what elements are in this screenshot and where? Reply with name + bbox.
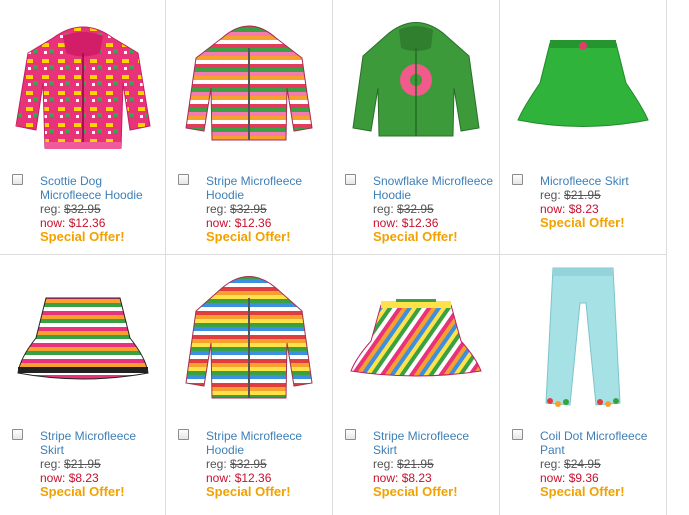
product-info: Stripe Microfleece Hoodie reg: $32.95 no… — [206, 174, 328, 244]
product-info: Scottie Dog Microfleece Hoodie reg: $32.… — [40, 174, 162, 244]
now-price-value: $8.23 — [568, 202, 599, 216]
compare-checkbox[interactable] — [512, 429, 523, 440]
product-name-link[interactable]: Scottie Dog Microfleece Hoodie — [40, 174, 162, 202]
compare-checkbox[interactable] — [512, 174, 523, 185]
regular-price: reg: $21.95 — [373, 457, 495, 471]
product-info: Stripe Microfleece Hoodie reg: $32.95 no… — [206, 429, 328, 499]
compare-checkbox[interactable] — [178, 174, 189, 185]
regular-price: reg: $32.95 — [373, 202, 495, 216]
now-label: now: — [40, 216, 66, 230]
special-offer-link[interactable]: Special Offer! — [40, 485, 162, 499]
reg-label: reg: — [206, 457, 227, 471]
product-card: Stripe Microfleece Hoodie reg: $32.95 no… — [166, 255, 332, 509]
sale-price: now: $8.23 — [40, 471, 162, 485]
sale-price: now: $9.36 — [540, 471, 662, 485]
now-price-value: $12.36 — [234, 216, 272, 230]
reg-label: reg: — [373, 202, 394, 216]
sale-price: now: $8.23 — [373, 471, 495, 485]
product-card: Microfleece Skirt reg: $21.95 now: $8.23… — [500, 0, 666, 254]
compare-checkbox[interactable] — [178, 429, 189, 440]
product-name-link[interactable]: Stripe Microfleece Skirt — [40, 429, 162, 457]
special-offer-link[interactable]: Special Offer! — [540, 216, 662, 230]
now-label: now: — [373, 471, 399, 485]
compare-checkbox[interactable] — [12, 174, 23, 185]
reg-price-value: $21.95 — [64, 457, 101, 471]
special-offer-link[interactable]: Special Offer! — [373, 230, 495, 244]
reg-label: reg: — [40, 202, 61, 216]
now-label: now: — [540, 471, 566, 485]
divider — [666, 0, 667, 515]
regular-price: reg: $21.95 — [40, 457, 162, 471]
reg-label: reg: — [40, 457, 61, 471]
product-name-link[interactable]: Snowflake Microfleece Hoodie — [373, 174, 495, 202]
now-label: now: — [206, 216, 232, 230]
reg-price-value: $32.95 — [230, 202, 267, 216]
special-offer-link[interactable]: Special Offer! — [206, 485, 328, 499]
reg-price-value: $32.95 — [230, 457, 267, 471]
rainbow-striped-hoodie-image[interactable] — [174, 263, 324, 413]
product-card: Stripe Microfleece Skirt reg: $21.95 now… — [0, 255, 166, 509]
sale-price: now: $12.36 — [206, 216, 328, 230]
reg-price-value: $24.95 — [564, 457, 601, 471]
reg-label: reg: — [540, 457, 561, 471]
now-price-value: $12.36 — [68, 216, 106, 230]
reg-price-value: $32.95 — [64, 202, 101, 216]
reg-price-value: $21.95 — [397, 457, 434, 471]
special-offer-link[interactable]: Special Offer! — [40, 230, 162, 244]
special-offer-link[interactable]: Special Offer! — [206, 230, 328, 244]
product-info: Stripe Microfleece Skirt reg: $21.95 now… — [373, 429, 495, 499]
reg-label: reg: — [206, 202, 227, 216]
regular-price: reg: $32.95 — [206, 202, 328, 216]
regular-price: reg: $32.95 — [40, 202, 162, 216]
product-name-link[interactable]: Coil Dot Microfleece Pant — [540, 429, 662, 457]
reg-label: reg: — [540, 188, 561, 202]
product-name-link[interactable]: Microfleece Skirt — [540, 174, 662, 188]
now-label: now: — [40, 471, 66, 485]
now-price-value: $12.36 — [234, 471, 272, 485]
product-info: Microfleece Skirt reg: $21.95 now: $8.23… — [540, 174, 662, 230]
sale-price: now: $12.36 — [373, 216, 495, 230]
now-label: now: — [540, 202, 566, 216]
now-price-value: $12.36 — [401, 216, 439, 230]
now-label: now: — [373, 216, 399, 230]
striped-skirt-image[interactable] — [8, 263, 158, 413]
reg-price-value: $21.95 — [564, 188, 601, 202]
product-card: Coil Dot Microfleece Pant reg: $24.95 no… — [500, 255, 666, 509]
special-offer-link[interactable]: Special Offer! — [373, 485, 495, 499]
pink-dog-print-hoodie-image[interactable] — [8, 8, 158, 158]
product-name-link[interactable]: Stripe Microfleece Skirt — [373, 429, 495, 457]
product-info: Coil Dot Microfleece Pant reg: $24.95 no… — [540, 429, 662, 499]
product-card: Snowflake Microfleece Hoodie reg: $32.95… — [333, 0, 499, 254]
product-info: Stripe Microfleece Skirt reg: $21.95 now… — [40, 429, 162, 499]
product-card: Scottie Dog Microfleece Hoodie reg: $32.… — [0, 0, 166, 254]
reg-label: reg: — [373, 457, 394, 471]
now-label: now: — [206, 471, 232, 485]
product-card: Stripe Microfleece Hoodie reg: $32.95 no… — [166, 0, 332, 254]
sale-price: now: $8.23 — [540, 202, 662, 216]
sale-price: now: $12.36 — [206, 471, 328, 485]
diagonal-striped-skirt-image[interactable] — [341, 263, 491, 413]
green-skirt-image[interactable] — [508, 8, 658, 158]
regular-price: reg: $21.95 — [540, 188, 662, 202]
now-price-value: $8.23 — [68, 471, 99, 485]
product-name-link[interactable]: Stripe Microfleece Hoodie — [206, 429, 328, 457]
regular-price: reg: $32.95 — [206, 457, 328, 471]
product-card: Stripe Microfleece Skirt reg: $21.95 now… — [333, 255, 499, 509]
striped-hoodie-image[interactable] — [174, 8, 324, 158]
regular-price: reg: $24.95 — [540, 457, 662, 471]
compare-checkbox[interactable] — [345, 429, 356, 440]
special-offer-link[interactable]: Special Offer! — [540, 485, 662, 499]
sale-price: now: $12.36 — [40, 216, 162, 230]
compare-checkbox[interactable] — [12, 429, 23, 440]
compare-checkbox[interactable] — [345, 174, 356, 185]
reg-price-value: $32.95 — [397, 202, 434, 216]
product-name-link[interactable]: Stripe Microfleece Hoodie — [206, 174, 328, 202]
green-snowflake-hoodie-image[interactable] — [341, 8, 491, 158]
light-blue-pants-image[interactable] — [508, 263, 658, 413]
now-price-value: $9.36 — [568, 471, 599, 485]
product-grid: Scottie Dog Microfleece Hoodie reg: $32.… — [0, 0, 667, 515]
now-price-value: $8.23 — [401, 471, 432, 485]
product-info: Snowflake Microfleece Hoodie reg: $32.95… — [373, 174, 495, 244]
